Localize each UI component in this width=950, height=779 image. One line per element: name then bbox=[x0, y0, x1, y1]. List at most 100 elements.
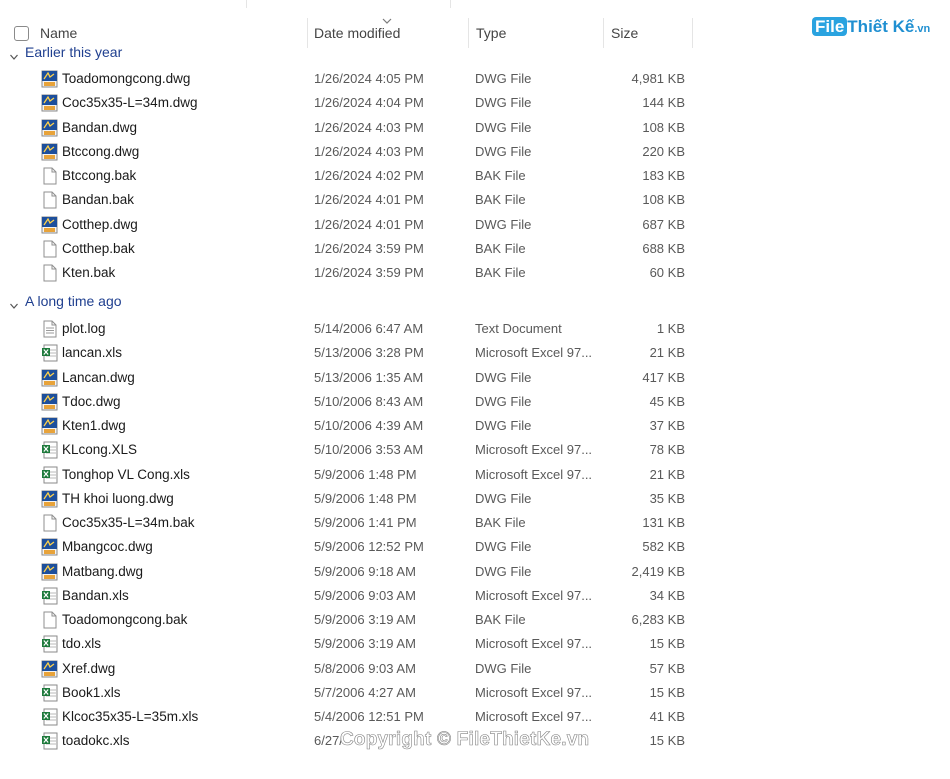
file-date-modified: 1/26/2024 4:04 PM bbox=[314, 95, 424, 110]
column-header-date-modified[interactable]: Date modified bbox=[314, 18, 400, 48]
file-date-modified: 5/7/2006 4:27 AM bbox=[314, 685, 416, 700]
logo-text-file: File bbox=[812, 17, 848, 36]
file-row[interactable]: Kten.bak 1/26/2024 3:59 PM BAK File 60 KB bbox=[0, 261, 700, 285]
file-name: Mbangcoc.dwg bbox=[62, 539, 153, 554]
file-row[interactable]: Btccong.dwg 1/26/2024 4:03 PM DWG File 220 … bbox=[0, 140, 700, 164]
excel-file-icon bbox=[41, 441, 58, 459]
file-row[interactable]: Toadomongcong.dwg 1/26/2024 4:05 PM DWG Fi… bbox=[0, 67, 700, 91]
logo-text-vn: .vn bbox=[914, 23, 931, 35]
file-name: Cotthep.bak bbox=[62, 241, 135, 256]
file-type: Text Document bbox=[475, 321, 562, 336]
file-row[interactable]: Lancan.dwg 5/13/2006 1:35 AM DWG File 417 K… bbox=[0, 366, 700, 390]
file-size: 131 KB bbox=[642, 515, 685, 530]
file-size: 417 KB bbox=[642, 370, 685, 385]
file-name: Cotthep.dwg bbox=[62, 217, 138, 232]
blank-file-icon bbox=[41, 264, 58, 282]
file-row[interactable]: TH khoi luong.dwg 5/9/2006 1:48 PM DWG Fil… bbox=[0, 487, 700, 511]
file-size: 183 KB bbox=[642, 168, 685, 183]
file-date-modified: 5/10/2006 4:39 AM bbox=[314, 418, 424, 433]
file-date-modified: 5/9/2006 9:18 AM bbox=[314, 564, 416, 579]
file-type: Microsoft Excel 97... bbox=[475, 442, 593, 457]
file-row[interactable]: Bandan.xls 5/9/2006 9:03 AM Microsoft Exce… bbox=[0, 584, 700, 608]
column-resizer[interactable] bbox=[692, 18, 693, 48]
file-date-modified: 5/9/2006 1:48 PM bbox=[314, 467, 417, 482]
file-name: Btccong.dwg bbox=[62, 144, 140, 159]
file-date-modified: 1/26/2024 3:59 PM bbox=[314, 265, 424, 280]
file-type: DWG File bbox=[475, 95, 532, 110]
dwg-file-icon bbox=[41, 70, 58, 88]
file-name: Coc35x35-L=34m.bak bbox=[62, 515, 195, 530]
file-date-modified: 5/10/2006 8:43 AM bbox=[314, 394, 424, 409]
file-size: 6,283 KB bbox=[631, 612, 686, 627]
file-name: Tonghop VL Cong.xls bbox=[62, 467, 190, 482]
file-type: DWG File bbox=[475, 120, 532, 135]
file-size: 21 KB bbox=[649, 345, 685, 360]
file-row[interactable]: Book1.xls 5/7/2006 4:27 AM Microsoft Excel… bbox=[0, 681, 700, 705]
file-type: Microsoft Excel 97... bbox=[475, 345, 593, 360]
file-type: DWG File bbox=[475, 217, 532, 232]
file-row[interactable]: plot.log 5/14/2006 6:47 AM Text Document 1 … bbox=[0, 317, 700, 341]
file-row[interactable]: Matbang.dwg 5/9/2006 9:18 AM DWG File 2,419… bbox=[0, 560, 700, 584]
file-name: Tdoc.dwg bbox=[62, 394, 121, 409]
column-resizer[interactable] bbox=[468, 18, 469, 48]
file-row[interactable]: Tonghop VL Cong.xls 5/9/2006 1:48 PM Micro… bbox=[0, 463, 700, 487]
dwg-file-icon bbox=[41, 393, 58, 411]
file-row[interactable]: Mbangcoc.dwg 5/9/2006 12:52 PM DWG File 582… bbox=[0, 535, 700, 559]
blank-file-icon bbox=[41, 191, 58, 209]
select-all-checkbox[interactable] bbox=[14, 26, 29, 41]
chevron-down-icon[interactable] bbox=[9, 295, 19, 309]
file-name: Kten1.dwg bbox=[62, 418, 126, 433]
file-row[interactable]: Cotthep.bak 1/26/2024 3:59 PM BAK File 688 … bbox=[0, 237, 700, 261]
file-date-modified: 1/26/2024 4:01 PM bbox=[314, 192, 424, 207]
file-name: Klcoc35x35-L=35m.xls bbox=[62, 709, 199, 724]
file-row[interactable]: tdo.xls 5/9/2006 3:19 AM Microsoft Excel 9… bbox=[0, 632, 700, 656]
file-row[interactable]: Toadomongcong.bak 5/9/2006 3:19 AM BAK Fil… bbox=[0, 608, 700, 632]
column-resizer[interactable] bbox=[307, 18, 308, 48]
file-name: Bandan.dwg bbox=[62, 120, 138, 135]
file-row[interactable]: Xref.dwg 5/8/2006 9:03 AM DWG File 57 KB bbox=[0, 657, 700, 681]
file-name: Toadomongcong.bak bbox=[62, 612, 188, 627]
dwg-file-icon bbox=[41, 538, 58, 556]
file-type: Microsoft Excel 97... bbox=[475, 588, 593, 603]
file-name: TH khoi luong.dwg bbox=[62, 491, 174, 506]
file-type: DWG File bbox=[475, 144, 532, 159]
file-size: 57 KB bbox=[649, 661, 685, 676]
excel-file-icon bbox=[41, 732, 58, 750]
file-name: Lancan.dwg bbox=[62, 370, 135, 385]
file-date-modified: 1/26/2024 4:02 PM bbox=[314, 168, 424, 183]
file-row[interactable]: KLcong.XLS 5/10/2006 3:53 AM Microsoft Exc… bbox=[0, 438, 700, 462]
dwg-file-icon bbox=[41, 563, 58, 581]
column-header-type[interactable]: Type bbox=[476, 18, 506, 48]
file-date-modified: 1/26/2024 4:05 PM bbox=[314, 71, 424, 86]
column-header-bar: Name Date modified Type Size bbox=[0, 18, 950, 48]
divider bbox=[246, 0, 247, 8]
file-size: 220 KB bbox=[642, 144, 685, 159]
column-header-size[interactable]: Size bbox=[611, 18, 638, 48]
file-name: Toadomongcong.dwg bbox=[62, 71, 191, 86]
divider bbox=[450, 0, 451, 8]
file-row[interactable]: Tdoc.dwg 5/10/2006 8:43 AM DWG File 45 KB bbox=[0, 390, 700, 414]
file-row[interactable]: lancan.xls 5/13/2006 3:28 PM Microsoft Exc… bbox=[0, 341, 700, 365]
file-row[interactable]: Bandan.dwg 1/26/2024 4:03 PM DWG File 108 K… bbox=[0, 116, 700, 140]
excel-file-icon bbox=[41, 635, 58, 653]
file-row[interactable]: Cotthep.dwg 1/26/2024 4:01 PM DWG File 687 … bbox=[0, 213, 700, 237]
file-row[interactable]: Coc35x35-L=34m.dwg 1/26/2024 4:04 PM DWG F… bbox=[0, 91, 700, 115]
file-date-modified: 5/9/2006 12:52 PM bbox=[314, 539, 424, 554]
file-row[interactable]: Btccong.bak 1/26/2024 4:02 PM BAK File 183 … bbox=[0, 164, 700, 188]
dwg-file-icon bbox=[41, 490, 58, 508]
file-size: 37 KB bbox=[649, 418, 685, 433]
file-name: lancan.xls bbox=[62, 345, 123, 360]
file-size: 35 KB bbox=[649, 491, 685, 506]
file-date-modified: 6/27/ bbox=[314, 733, 343, 748]
blank-file-icon bbox=[41, 240, 58, 258]
file-row[interactable]: Coc35x35-L=34m.bak 5/9/2006 1:41 PM BAK Fi… bbox=[0, 511, 700, 535]
excel-file-icon bbox=[41, 587, 58, 605]
file-size: 60 KB bbox=[649, 265, 685, 280]
file-row[interactable]: Kten1.dwg 5/10/2006 4:39 AM DWG File 37 KB bbox=[0, 414, 700, 438]
file-row[interactable]: Bandan.bak 1/26/2024 4:01 PM BAK File 108 K… bbox=[0, 188, 700, 212]
file-row[interactable]: Klcoc35x35-L=35m.xls 5/4/2006 12:51 PM Mic… bbox=[0, 705, 700, 729]
file-date-modified: 5/14/2006 6:47 AM bbox=[314, 321, 424, 336]
chevron-down-icon[interactable] bbox=[9, 46, 19, 60]
column-resizer[interactable] bbox=[603, 18, 604, 48]
file-date-modified: 1/26/2024 4:03 PM bbox=[314, 120, 424, 135]
